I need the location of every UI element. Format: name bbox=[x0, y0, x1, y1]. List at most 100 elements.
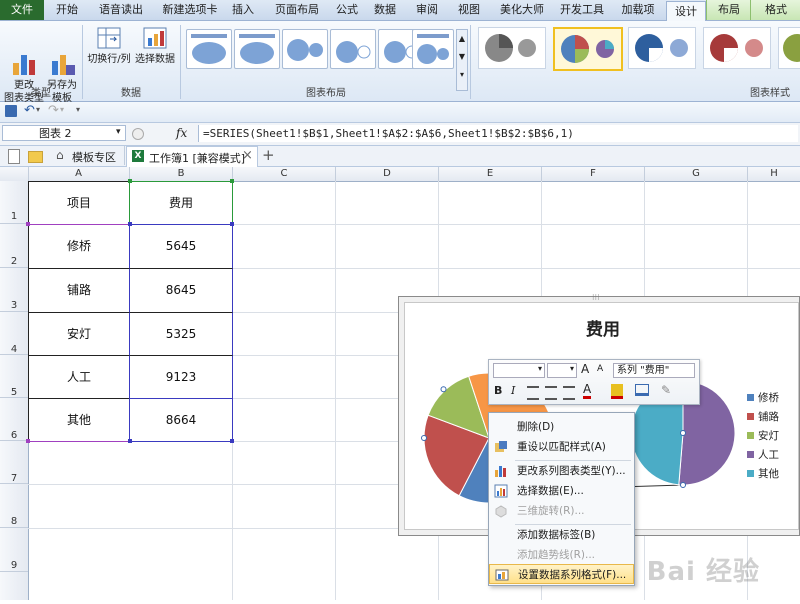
legend-entry[interactable]: 铺路 bbox=[747, 408, 779, 427]
legend-entry[interactable]: 修桥 bbox=[747, 389, 779, 408]
tab-layout[interactable]: 布局 bbox=[706, 0, 751, 20]
series-selection-handle[interactable] bbox=[421, 435, 427, 441]
menu-item-select-data[interactable]: 选择数据(E)... bbox=[489, 481, 634, 501]
column-header[interactable]: H bbox=[748, 167, 800, 181]
tab-view[interactable]: 视图 bbox=[454, 0, 484, 20]
align-left-icon[interactable] bbox=[527, 386, 539, 400]
menu-item-add-trendline[interactable]: 添加趋势线(R)... bbox=[489, 545, 634, 565]
chart-layout-1[interactable] bbox=[186, 29, 232, 69]
tab-beautify[interactable]: 美化大师 bbox=[496, 0, 548, 20]
row-header[interactable]: 9 bbox=[0, 528, 28, 572]
series-selection-handle[interactable] bbox=[440, 386, 447, 393]
chart-style-1[interactable] bbox=[478, 27, 546, 69]
select-all-corner[interactable] bbox=[0, 167, 29, 181]
range-handle[interactable] bbox=[128, 222, 132, 226]
formula-bar-handle[interactable] bbox=[132, 128, 144, 140]
cell-b1[interactable]: 费用 bbox=[129, 181, 233, 225]
cell-b3[interactable]: 8645 bbox=[129, 268, 233, 313]
column-header[interactable]: G bbox=[645, 167, 748, 181]
redo-icon[interactable]: ↷ bbox=[48, 103, 59, 118]
tab-page-layout[interactable]: 页面布局 bbox=[268, 0, 326, 20]
shrink-font-button[interactable]: A bbox=[597, 364, 603, 374]
tab-new[interactable]: 新建选项卡 bbox=[156, 0, 224, 20]
chart-style-3[interactable] bbox=[628, 27, 696, 69]
menu-item-reset-style[interactable]: 重设以匹配样式(A) bbox=[489, 437, 634, 457]
switch-row-col-button[interactable]: 切换行/列 bbox=[86, 25, 132, 66]
series-selection-handle[interactable] bbox=[680, 430, 686, 436]
open-folder-icon[interactable] bbox=[28, 151, 43, 163]
chart-style-4[interactable] bbox=[703, 27, 771, 69]
tab-formulas[interactable]: 公式 bbox=[332, 0, 362, 20]
range-handle[interactable] bbox=[128, 179, 132, 183]
font-size-select[interactable]: ▾ bbox=[547, 363, 577, 378]
outline-color-icon[interactable] bbox=[635, 384, 649, 396]
cell-b5[interactable]: 9123 bbox=[129, 355, 233, 399]
undo-icon[interactable]: ↶ bbox=[24, 103, 35, 118]
menu-item-change-series-type[interactable]: 更改系列图表类型(Y)... bbox=[489, 461, 634, 481]
row-header[interactable]: 7 bbox=[0, 441, 28, 484]
cell-b2[interactable]: 5645 bbox=[129, 224, 233, 269]
format-painter-icon[interactable]: ✎ bbox=[661, 383, 671, 397]
cell-a2[interactable]: 修桥 bbox=[28, 224, 130, 269]
tab-insert[interactable]: 插入 bbox=[228, 0, 258, 20]
font-color-button[interactable]: A bbox=[583, 383, 592, 399]
series-selection-handle[interactable] bbox=[680, 482, 686, 488]
range-handle[interactable] bbox=[26, 439, 30, 443]
tab-review[interactable]: 审阅 bbox=[412, 0, 442, 20]
range-handle[interactable] bbox=[26, 222, 30, 226]
cell-a3[interactable]: 铺路 bbox=[28, 268, 130, 313]
range-handle[interactable] bbox=[230, 439, 234, 443]
chart-style-5[interactable] bbox=[778, 27, 800, 69]
chart-layout-2[interactable] bbox=[234, 29, 280, 69]
tab-file[interactable]: 文件 bbox=[0, 0, 44, 20]
cell-b6[interactable]: 8664 bbox=[129, 398, 233, 442]
tab-addins[interactable]: 加载项 bbox=[616, 0, 660, 20]
series-select[interactable]: 系列 "费用" bbox=[613, 363, 695, 378]
grow-font-button[interactable]: A bbox=[581, 362, 589, 376]
align-center-icon[interactable] bbox=[545, 386, 557, 400]
tab-speech[interactable]: 语音读出 bbox=[92, 0, 150, 20]
legend-entry[interactable]: 其他 bbox=[747, 465, 779, 484]
font-name-select[interactable]: ▾ bbox=[493, 363, 545, 378]
tab-developer[interactable]: 开发工具 bbox=[556, 0, 608, 20]
range-handle[interactable] bbox=[230, 179, 234, 183]
column-header[interactable]: D bbox=[336, 167, 439, 181]
new-document-icon[interactable] bbox=[8, 149, 20, 164]
row-header[interactable]: 5 bbox=[0, 355, 28, 398]
add-tab-icon[interactable]: + bbox=[262, 146, 275, 164]
row-header[interactable]: 1 bbox=[0, 181, 28, 224]
column-header[interactable]: A bbox=[28, 167, 130, 181]
redo-dropdown-icon[interactable]: ▾ bbox=[60, 105, 64, 114]
chart-style-2[interactable] bbox=[553, 27, 623, 71]
legend-entry[interactable]: 人工 bbox=[747, 446, 779, 465]
cell-a1[interactable]: 项目 bbox=[28, 181, 130, 225]
tab-workbook[interactable]: X 工作簿1 [兼容模式] bbox=[126, 146, 258, 167]
formula-input[interactable]: =SERIES(Sheet1!$B$1,Sheet1!$A$2:$A$6,She… bbox=[198, 125, 798, 142]
italic-button[interactable]: I bbox=[511, 384, 515, 397]
name-box[interactable]: 图表 2 bbox=[2, 125, 126, 141]
chart-layout-3[interactable] bbox=[282, 29, 328, 69]
cell-a6[interactable]: 其他 bbox=[28, 398, 130, 442]
undo-dropdown-icon[interactable]: ▾ bbox=[36, 105, 40, 114]
chart-layout-6[interactable] bbox=[412, 29, 454, 69]
customize-qat-icon[interactable]: ▾ bbox=[76, 105, 80, 114]
range-handle[interactable] bbox=[230, 222, 234, 226]
column-header[interactable]: C bbox=[233, 167, 336, 181]
align-right-icon[interactable] bbox=[563, 386, 575, 400]
row-header[interactable]: 3 bbox=[0, 268, 28, 312]
chart-legend[interactable]: 修桥 铺路 安灯 人工 其他 bbox=[747, 389, 779, 484]
range-handle[interactable] bbox=[128, 439, 132, 443]
menu-item-format-series[interactable]: 设置数据系列格式(F)... bbox=[489, 564, 634, 584]
select-data-button[interactable]: 选择数据 bbox=[134, 25, 176, 66]
chart-layout-4[interactable] bbox=[330, 29, 376, 69]
tab-home[interactable]: 开始 bbox=[48, 0, 86, 20]
menu-item-add-data-labels[interactable]: 添加数据标签(B) bbox=[489, 525, 634, 545]
tab-design[interactable]: 设计 bbox=[666, 1, 706, 22]
fill-color-icon[interactable] bbox=[611, 384, 623, 399]
cell-b4[interactable]: 5325 bbox=[129, 312, 233, 356]
row-header[interactable]: 4 bbox=[0, 312, 28, 355]
row-header[interactable]: 2 bbox=[0, 224, 28, 268]
save-icon[interactable] bbox=[5, 105, 17, 117]
tab-format[interactable]: 格式 bbox=[750, 0, 800, 20]
column-header[interactable]: E bbox=[439, 167, 542, 181]
